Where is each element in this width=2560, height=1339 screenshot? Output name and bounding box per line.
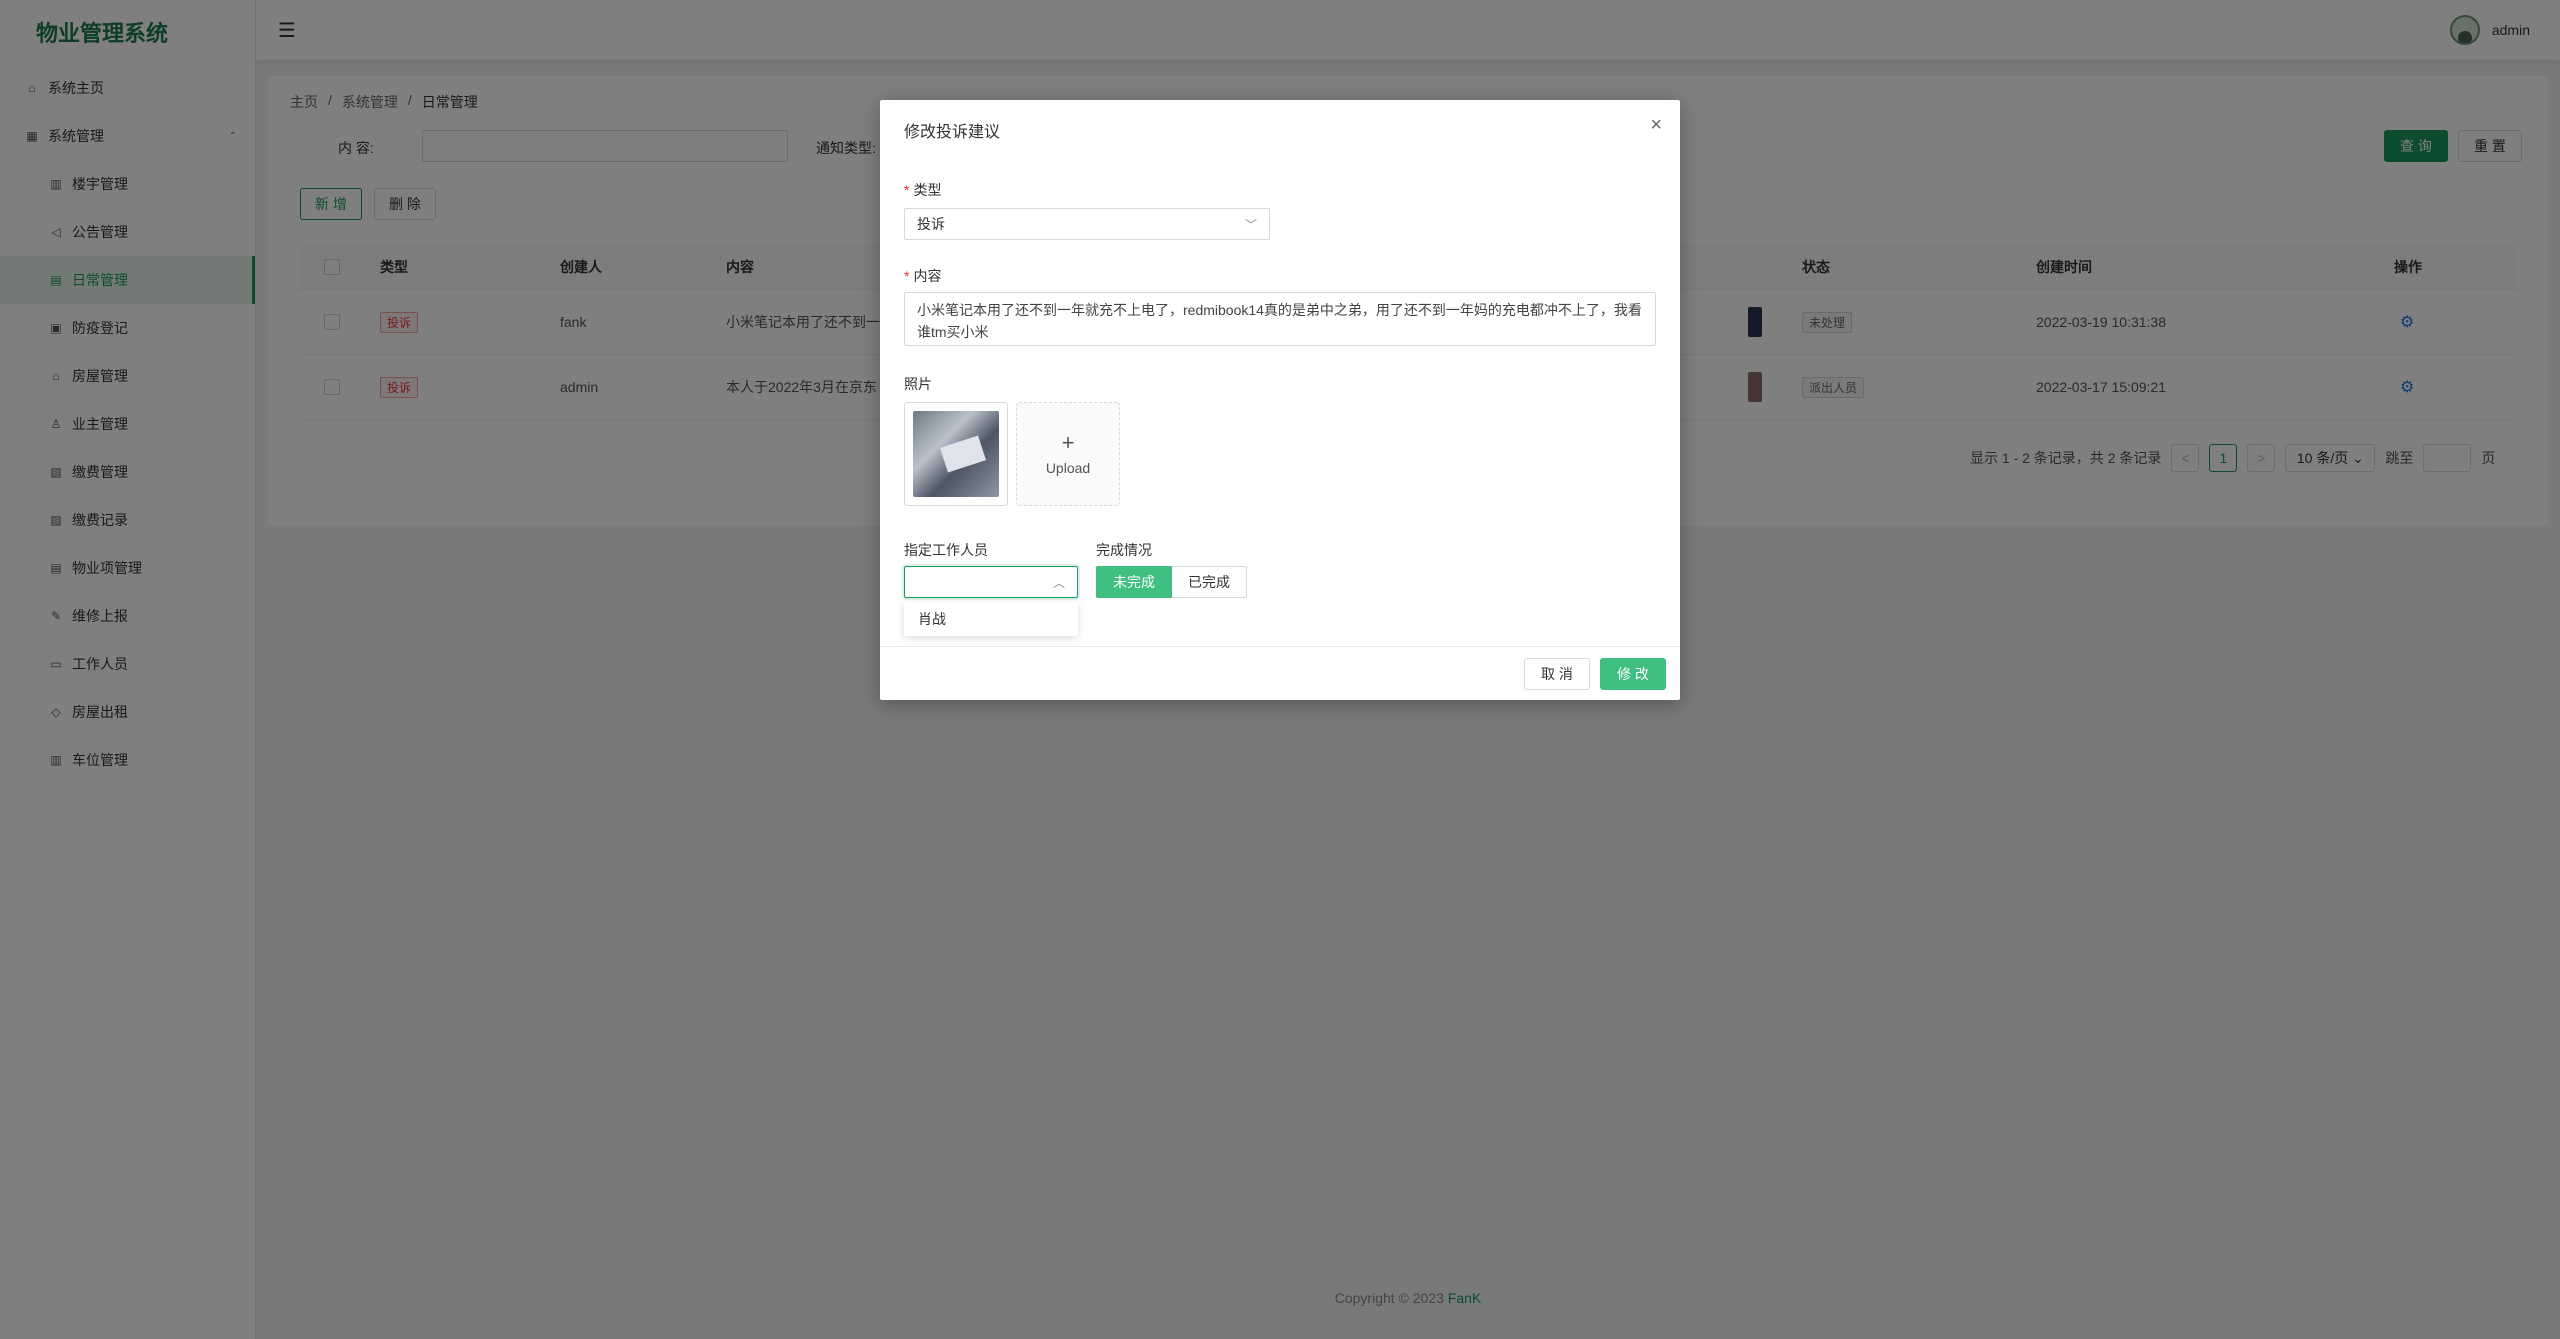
staff-field-label: 指定工作人员 [904,542,988,558]
content-field-label: * 内容 [904,268,942,284]
staff-dropdown-option[interactable]: 肖战 [904,602,1078,636]
photo-preview[interactable] [904,402,1008,506]
upload-button[interactable]: + Upload [1016,402,1120,506]
dialog-divider [880,646,1680,647]
type-select[interactable]: 投诉 ﹀ [904,208,1270,240]
staff-select[interactable]: ︿ [904,566,1078,598]
photo-image [913,411,999,497]
content-textarea[interactable]: 小米笔记本用了还不到一年就充不上电了，redmibook14真的是弟中之弟，用了… [904,292,1656,346]
type-select-value: 投诉 [917,216,945,232]
chevron-up-icon: ︿ [1052,576,1065,590]
close-icon[interactable]: × [1650,114,1662,137]
done-field-label: 完成情况 [1096,542,1152,558]
completion-toggle: 未完成 已完成 [1096,566,1247,598]
cancel-button[interactable]: 取 消 [1524,658,1590,690]
submit-button[interactable]: 修 改 [1600,658,1666,690]
upload-label: Upload [1045,460,1091,476]
chevron-down-icon: ﹀ [1244,217,1257,232]
plus-icon: + [1061,430,1075,455]
photo-field-label: 照片 [904,376,932,392]
content-label-text: 内容 [913,268,942,284]
dialog-title: 修改投诉建议 [904,124,1001,141]
type-field-label: * 类型 [904,182,942,198]
edit-complaint-dialog: 修改投诉建议 × * 类型 投诉 ﹀ * 内容 小米笔记本用了还不到一年就充不上电了… [880,100,1680,700]
seg-incomplete[interactable]: 未完成 [1096,566,1172,598]
type-label-text: 类型 [913,182,942,198]
seg-complete[interactable]: 已完成 [1172,566,1247,598]
